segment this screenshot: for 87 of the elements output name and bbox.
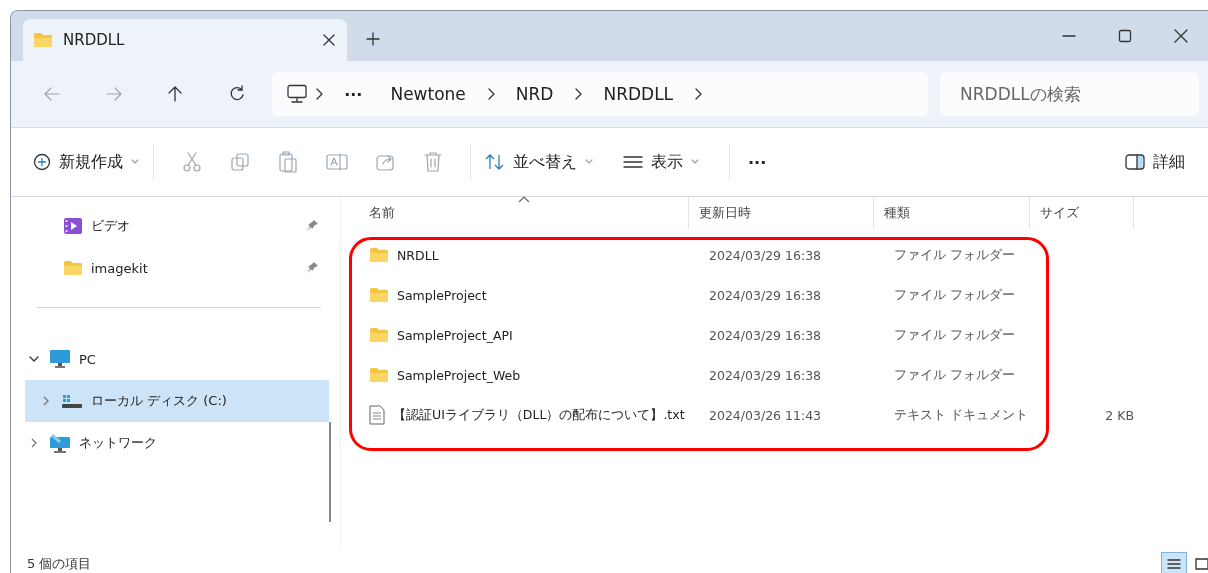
breadcrumb[interactable]: NRDDLL	[589, 84, 688, 104]
date-cell-text: 2024/03/26 11:43	[708, 407, 823, 423]
sidebar-item[interactable]: PC	[25, 338, 329, 380]
sort-caret-icon	[517, 195, 530, 203]
chevron-right-icon[interactable]	[41, 395, 51, 407]
folder-icon	[369, 287, 389, 303]
breadcrumb[interactable]: Newtone	[376, 84, 480, 104]
chevron-down-icon[interactable]	[28, 354, 40, 364]
paste-icon[interactable]	[278, 151, 298, 173]
video-icon	[63, 217, 83, 235]
file-name: SampleProject_API	[397, 327, 513, 343]
window-tab[interactable]: NRDDLL	[23, 19, 347, 61]
view-toggle[interactable]	[1161, 552, 1187, 573]
size-cell-text: 2 KB	[1104, 407, 1135, 423]
view-button[interactable]: 表示	[623, 151, 699, 173]
file-name: SampleProject	[397, 287, 487, 303]
column-header[interactable]: 更新日時	[689, 197, 874, 229]
share-icon[interactable]	[376, 152, 396, 172]
details-button[interactable]: 詳細	[1125, 151, 1185, 173]
folder-icon	[63, 260, 83, 276]
file-row[interactable]: NRDLL 2024/03/29 16:38 ファイル フォルダー	[359, 235, 1208, 275]
date-cell-text: 2024/03/29 16:38	[708, 327, 823, 343]
sidebar-item[interactable]: ネットワーク	[25, 422, 329, 464]
file-name: SampleProject_Web	[397, 367, 521, 383]
close-icon	[1174, 29, 1188, 43]
type-cell-text: ファイル フォルダー	[893, 286, 1016, 304]
scissors-icon[interactable]	[182, 151, 202, 173]
file-row[interactable]: SampleProject 2024/03/29 16:38 ファイル フォルダー	[359, 275, 1208, 315]
breadcrumb[interactable]: NRD	[501, 84, 568, 104]
file-row[interactable]: 【認証UIライブラリ（DLL）の配布について】.txt 2024/03/26 11:43 テキスト ドキュメント 2 KB	[359, 395, 1208, 435]
sidebar-item[interactable]: ビデオ	[25, 205, 329, 247]
plus-circle-icon	[33, 153, 51, 171]
item-count: 5 個の項目	[27, 555, 92, 573]
folder-icon	[33, 32, 53, 48]
copy-icon[interactable]	[230, 152, 250, 172]
folder-icon	[369, 247, 389, 263]
caret-icon	[131, 159, 139, 165]
maximize-icon	[1118, 29, 1132, 43]
list-icon	[623, 155, 643, 169]
date-cell-text: 2024/03/29 16:38	[708, 367, 823, 383]
document-icon	[369, 405, 385, 425]
network-icon	[49, 433, 71, 453]
trash-icon[interactable]	[424, 151, 442, 173]
new-button[interactable]: 新規作成	[33, 151, 139, 173]
file-row[interactable]: SampleProject_Web 2024/03/29 16:38 ファイル フォルダー	[359, 355, 1208, 395]
chevron-right-icon	[693, 87, 704, 101]
left-arrow-icon	[42, 86, 61, 102]
details-pane-icon	[1125, 154, 1145, 170]
plus-icon	[365, 31, 381, 47]
tab-title: NRDDLL	[63, 31, 126, 49]
column-header[interactable]: 種類	[874, 197, 1030, 229]
type-cell-text: ファイル フォルダー	[893, 366, 1016, 384]
sort-icon	[485, 153, 505, 171]
folder-icon	[369, 327, 389, 343]
close-icon[interactable]	[321, 32, 337, 48]
type-cell-text: ファイル フォルダー	[893, 326, 1016, 344]
date-cell-text: 2024/03/29 16:38	[708, 287, 823, 303]
search-field[interactable]: NRDDLLの検索	[940, 72, 1199, 116]
drive-icon	[61, 393, 83, 409]
monitor-icon	[49, 349, 71, 369]
sidebar-item[interactable]: ローカル ディスク (C:)	[25, 380, 329, 422]
chevron-right-icon	[573, 87, 584, 101]
column-header[interactable]: サイズ	[1030, 197, 1134, 229]
type-cell-text: ファイル フォルダー	[893, 246, 1016, 264]
monitor-icon	[286, 84, 309, 104]
address-bar[interactable]: ··· Newtone NRD NRDDLL	[272, 72, 928, 116]
sort-button[interactable]: 並べ替え	[485, 151, 593, 173]
tiles-icon	[1194, 557, 1208, 571]
rename-icon[interactable]	[326, 152, 348, 172]
folder-icon	[369, 367, 389, 383]
column-header[interactable]: 名前	[359, 197, 689, 229]
right-arrow-icon	[104, 86, 123, 102]
file-name: NRDLL	[397, 247, 439, 263]
list-icon	[1166, 557, 1182, 571]
sidebar-item[interactable]: imagekit	[25, 247, 329, 289]
type-cell-text: テキスト ドキュメント	[893, 406, 1029, 424]
overflow-crumb[interactable]: ···	[330, 84, 377, 104]
file-row[interactable]: SampleProject_API 2024/03/29 16:38 ファイル フォルダー	[359, 315, 1208, 355]
more-button[interactable]: ···	[748, 152, 767, 172]
chevron-right-icon[interactable]	[29, 437, 39, 449]
caret-icon	[691, 159, 699, 165]
chevron-right-icon	[314, 87, 325, 101]
file-name: 【認証UIライブラリ（DLL）の配布について】.txt	[393, 406, 685, 424]
caret-icon	[585, 159, 593, 165]
up-arrow-icon	[167, 85, 184, 103]
date-cell-text: 2024/03/29 16:38	[708, 247, 823, 263]
scrollbar[interactable]	[329, 422, 331, 522]
